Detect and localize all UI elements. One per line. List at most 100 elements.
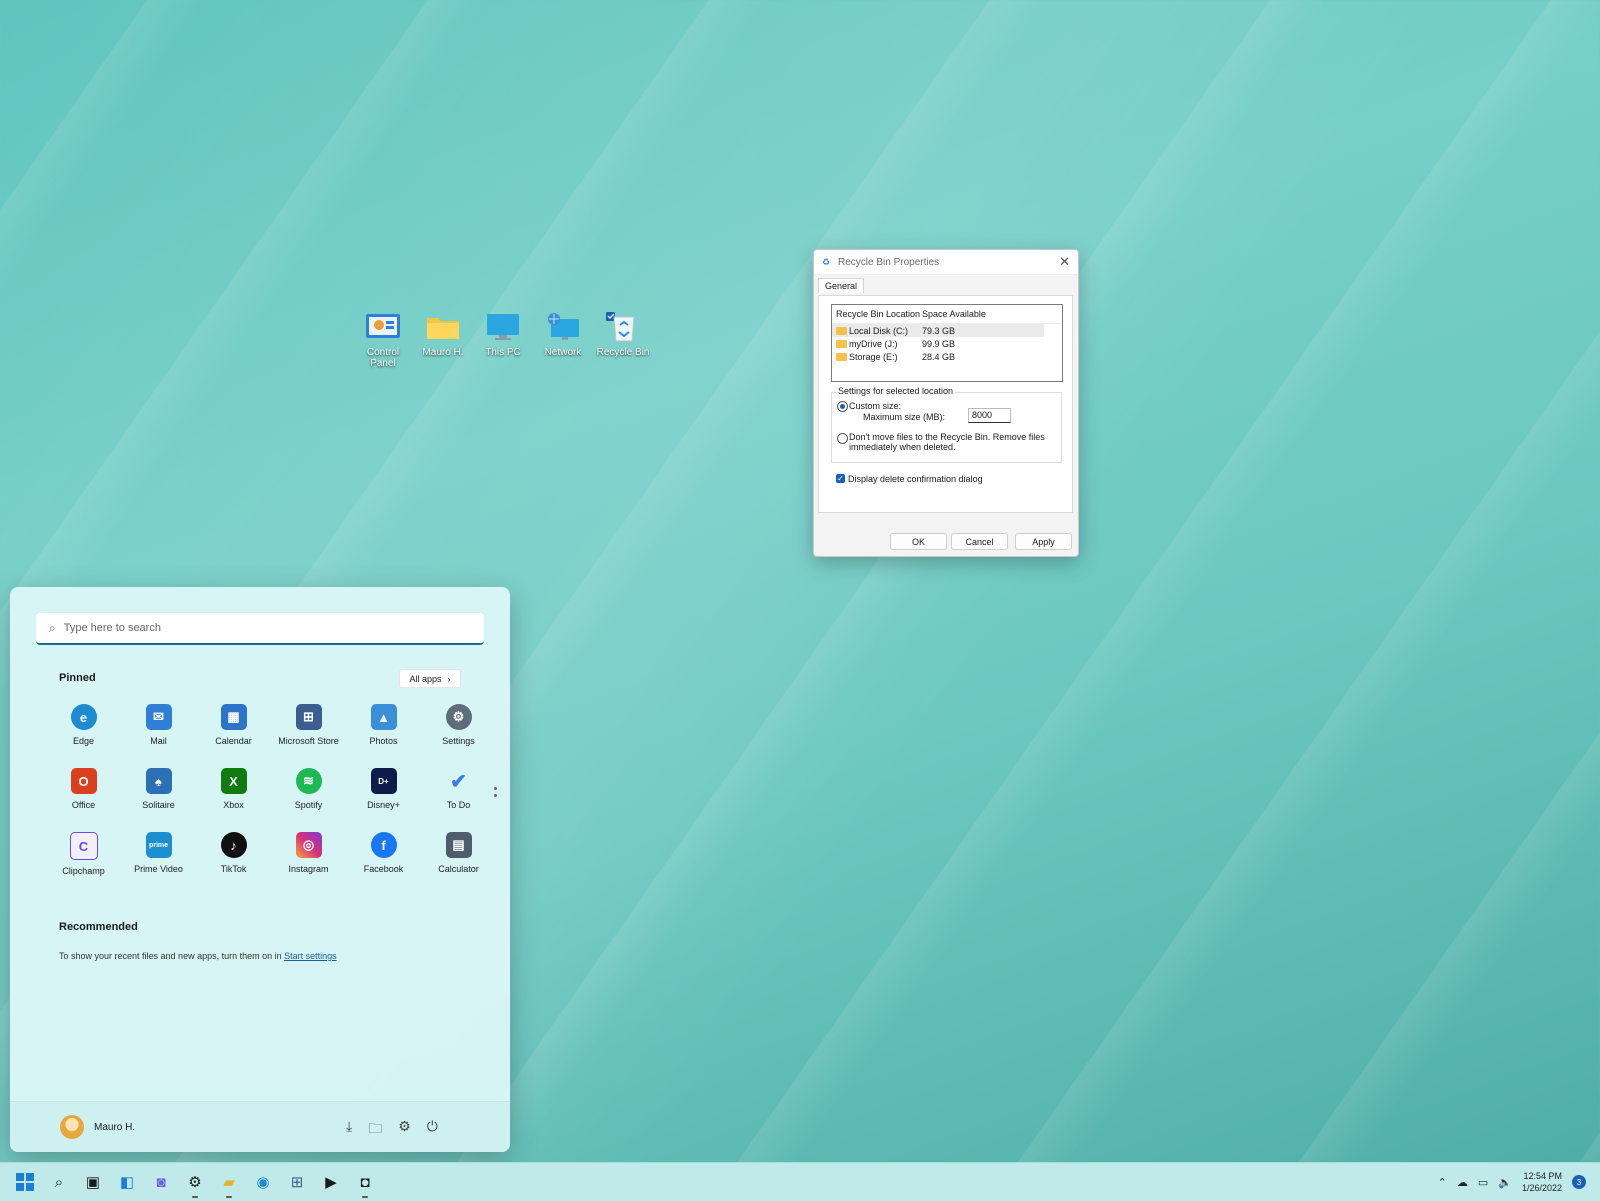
location-listbox[interactable]: Recycle Bin Location Space Available Loc… bbox=[831, 304, 1063, 382]
store-icon: ⊞ bbox=[295, 704, 322, 730]
avatar[interactable] bbox=[60, 1115, 84, 1139]
windows-start-icon[interactable] bbox=[12, 1169, 38, 1195]
pinned-app-spotify[interactable]: ≋ Spotify bbox=[271, 768, 346, 810]
pinned-app-to-do[interactable]: ✔ To Do bbox=[421, 768, 496, 811]
calculator-icon: ▤ bbox=[445, 832, 472, 858]
camera-icon[interactable]: ◘ bbox=[352, 1169, 378, 1198]
dialog-title-bar[interactable]: ♻ Recycle Bin Properties ✕ bbox=[814, 250, 1078, 275]
location-space: 79.3 GB bbox=[922, 325, 956, 336]
network-icon[interactable]: ▭ bbox=[1478, 1176, 1488, 1189]
start-settings-link[interactable]: Start settings bbox=[284, 951, 337, 961]
column-header-location[interactable]: Recycle Bin Location bbox=[832, 309, 922, 319]
app-label: Edge bbox=[72, 736, 95, 746]
app-label: Clipchamp bbox=[62, 866, 105, 876]
location-row[interactable]: myDrive (J:) 99.9 GB bbox=[832, 337, 1062, 350]
cloud-icon[interactable]: ☁ bbox=[1457, 1176, 1468, 1189]
app-label: Calendar bbox=[215, 736, 252, 746]
mail-icon: ✉ bbox=[145, 704, 172, 730]
chevron-up-icon[interactable]: ⌃ bbox=[1438, 1176, 1447, 1189]
pinned-app-mail[interactable]: ✉ Mail bbox=[121, 704, 196, 746]
terminal-icon[interactable]: ▶ bbox=[318, 1169, 344, 1195]
facebook-icon: f bbox=[370, 832, 397, 858]
cancel-button[interactable]: Cancel bbox=[951, 533, 1008, 550]
pinned-apps-grid: e Edge ✉ Mail ▦ Calendar ⊞ Microsoft Store ▲… bbox=[46, 704, 496, 876]
pinned-app-xbox[interactable]: X Xbox bbox=[196, 768, 271, 810]
file-explorer-icon[interactable]: ▰ bbox=[216, 1169, 242, 1198]
apply-button[interactable]: Apply bbox=[1015, 533, 1072, 550]
chevron-right-icon: › bbox=[447, 673, 451, 684]
pinned-app-solitaire[interactable]: ♠ Solitaire bbox=[121, 768, 196, 810]
clock[interactable]: 12:54 PM 1/26/2022 bbox=[1522, 1170, 1562, 1194]
app-label: Xbox bbox=[223, 800, 244, 810]
tab-general[interactable]: General bbox=[818, 278, 865, 293]
general-panel: Recycle Bin Location Space Available Loc… bbox=[818, 295, 1073, 513]
pinned-app-calendar[interactable]: ▦ Calendar bbox=[196, 704, 271, 746]
notification-badge[interactable]: 3 bbox=[1572, 1175, 1586, 1189]
close-icon[interactable]: ✕ bbox=[1059, 254, 1070, 270]
pinned-app-clipchamp[interactable]: C Clipchamp bbox=[46, 832, 121, 876]
pinned-app-prime-video[interactable]: prime Prime Video bbox=[121, 832, 196, 876]
pinned-app-disney-plus[interactable]: D+ Disney+ bbox=[346, 768, 421, 810]
column-header-space[interactable]: Space Available bbox=[922, 309, 986, 319]
pinned-app-facebook[interactable]: f Facebook bbox=[346, 832, 421, 876]
pinned-app-settings[interactable]: ⚙ Settings bbox=[421, 704, 496, 746]
settings-gear-icon[interactable]: ⚙ bbox=[182, 1169, 208, 1198]
confirm-dialog-label: Display delete confirmation dialog bbox=[848, 474, 983, 484]
ok-button[interactable]: OK bbox=[890, 533, 947, 550]
chat-icon[interactable]: ◙ bbox=[148, 1169, 174, 1195]
desktop-icon-control-panel[interactable]: Control Panel bbox=[356, 310, 410, 369]
taskbar: ⌕ ▣ ◧ ◙ ⚙ ▰ ◉ ⊞ ▶ ◘ ⌃ ☁ ▭ 🔈 12:54 PM 1/2… bbox=[0, 1162, 1600, 1201]
pinned-app-microsoft-store[interactable]: ⊞ Microsoft Store bbox=[271, 704, 346, 746]
desktop-icon-label: This PC bbox=[485, 347, 521, 358]
pinned-app-office[interactable]: O Office bbox=[46, 768, 121, 810]
location-row[interactable]: Storage (E:) 28.4 GB bbox=[832, 350, 1062, 363]
app-label: Calculator bbox=[438, 864, 479, 874]
office-icon: O bbox=[70, 768, 97, 794]
store-icon[interactable]: ⊞ bbox=[284, 1169, 310, 1195]
dialog-tabs: General bbox=[814, 275, 1078, 293]
edge-icon: e bbox=[70, 704, 97, 730]
desktop-icon-recycle-bin[interactable]: Recycle Bin bbox=[596, 310, 650, 369]
pinned-app-instagram[interactable]: ◎ Instagram bbox=[271, 832, 346, 876]
all-apps-label: All apps bbox=[409, 673, 442, 684]
search-icon: ⌕ bbox=[49, 620, 56, 635]
page-indicator-dots[interactable] bbox=[494, 787, 497, 801]
desktop-icon-user-folder[interactable]: Mauro H. bbox=[416, 310, 470, 369]
settings-group: Settings for selected location Custom si… bbox=[831, 386, 1062, 463]
start-search-box[interactable]: ⌕ Type here to search bbox=[36, 613, 484, 645]
search-icon[interactable]: ⌕ bbox=[46, 1169, 72, 1195]
tiktok-icon: ♪ bbox=[220, 832, 247, 858]
all-apps-button[interactable]: All apps › bbox=[399, 669, 461, 688]
custom-size-radio[interactable] bbox=[837, 401, 848, 412]
pinned-app-calculator[interactable]: ▤ Calculator bbox=[421, 832, 496, 876]
desktop-icon-this-pc[interactable]: This PC bbox=[476, 310, 530, 369]
downloads-icon[interactable]: ⤓ bbox=[346, 1118, 352, 1142]
dont-move-radio[interactable] bbox=[837, 433, 848, 444]
recommended-heading: Recommended bbox=[59, 921, 138, 933]
start-menu: ⌕ Type here to search Pinned All apps › … bbox=[10, 587, 510, 1152]
app-label: Microsoft Store bbox=[278, 736, 339, 746]
pinned-app-photos[interactable]: ▲ Photos bbox=[346, 704, 421, 746]
network-icon bbox=[544, 310, 582, 344]
file-explorer-icon[interactable]: 🗀 bbox=[368, 1118, 382, 1142]
desktop-icon-network[interactable]: Network bbox=[536, 310, 590, 369]
edge-icon[interactable]: ◉ bbox=[250, 1169, 276, 1195]
task-view-icon[interactable]: ▣ bbox=[80, 1169, 106, 1195]
widgets-icon[interactable]: ◧ bbox=[114, 1169, 140, 1195]
location-name: Local Disk (C:) bbox=[849, 325, 909, 336]
volume-icon[interactable]: 🔈 bbox=[1498, 1176, 1512, 1189]
power-icon[interactable]: ⏻ bbox=[427, 1118, 438, 1142]
pinned-app-tiktok[interactable]: ♪ TikTok bbox=[196, 832, 271, 876]
max-size-input[interactable]: 8000 bbox=[968, 408, 1011, 423]
folder-icon bbox=[836, 327, 847, 336]
clipchamp-icon: C bbox=[69, 832, 98, 860]
system-tray: ⌃ ☁ ▭ 🔈 12:54 PM 1/26/2022 3 bbox=[1438, 1163, 1586, 1201]
gear-icon[interactable]: ⚙ bbox=[398, 1118, 411, 1142]
spotify-icon: ≋ bbox=[295, 768, 322, 794]
cards-icon: ♠ bbox=[145, 768, 172, 794]
pinned-app-edge[interactable]: e Edge bbox=[46, 704, 121, 746]
location-row[interactable]: Local Disk (C:) 79.3 GB bbox=[832, 324, 1044, 337]
user-name[interactable]: Mauro H. bbox=[94, 1122, 135, 1133]
confirm-dialog-checkbox[interactable]: ✓ bbox=[836, 474, 845, 483]
search-placeholder: Type here to search bbox=[63, 622, 161, 634]
